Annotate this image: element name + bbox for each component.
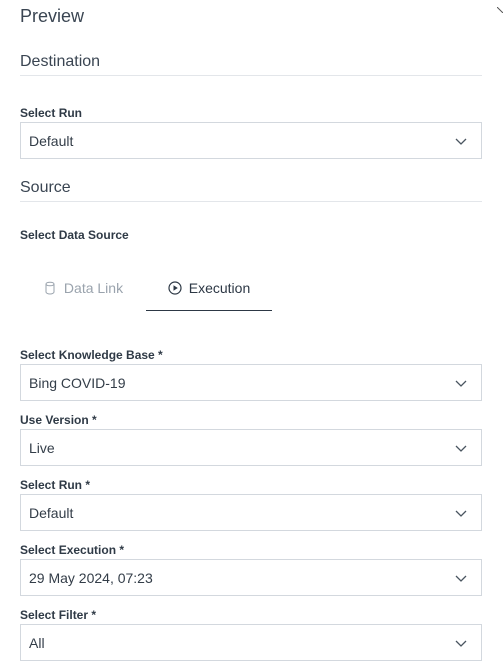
chevron-down-icon [453,375,469,391]
chevron-down-icon [453,505,469,521]
select-knowledge-base-value: Bing COVID-19 [29,374,126,391]
source-section-title: Source [20,179,71,196]
select-filter-label: Select Filter * [20,608,97,622]
select-execution-dropdown[interactable]: 29 May 2024, 07:23 [20,559,482,596]
select-run-required-value: Default [29,504,74,521]
select-knowledge-base-dropdown[interactable]: Bing COVID-19 [20,364,482,401]
corner-mark [496,0,503,14]
select-knowledge-base-label: Select Knowledge Base * [20,348,163,362]
select-run-required-dropdown[interactable]: Default [20,494,482,531]
select-execution-label: Select Execution * [20,543,125,557]
chevron-down-icon [453,570,469,586]
chevron-down-icon [453,133,469,149]
play-circle-icon [168,281,182,295]
tab-data-link-label: Data Link [63,280,124,296]
use-version-label: Use Version * [20,413,97,427]
select-filter-dropdown[interactable]: All [20,624,482,661]
source-section-divider [20,201,482,202]
data-source-tabs: Data Link Execution [20,266,482,312]
select-run-dropdown[interactable]: Default [20,122,482,159]
select-data-source-label: Select Data Source [20,228,129,242]
select-run-required-label: Select Run * [20,478,91,492]
select-execution-value: 29 May 2024, 07:23 [29,569,153,586]
tab-execution-label: Execution [188,280,251,296]
select-filter-value: All [29,634,45,651]
destination-section-divider [20,75,482,76]
chevron-down-icon [453,440,469,456]
use-version-dropdown[interactable]: Live [20,429,482,466]
chevron-down-icon [453,635,469,651]
active-tab-underline [146,310,272,311]
database-icon [43,281,57,295]
destination-section-title: Destination [20,53,101,70]
select-run-label: Select Run [20,106,83,120]
tab-execution[interactable]: Execution [146,266,272,310]
select-run-value: Default [29,132,74,149]
page-title: Preview [20,6,85,26]
use-version-value: Live [29,439,55,456]
tab-data-link[interactable]: Data Link [20,266,146,310]
